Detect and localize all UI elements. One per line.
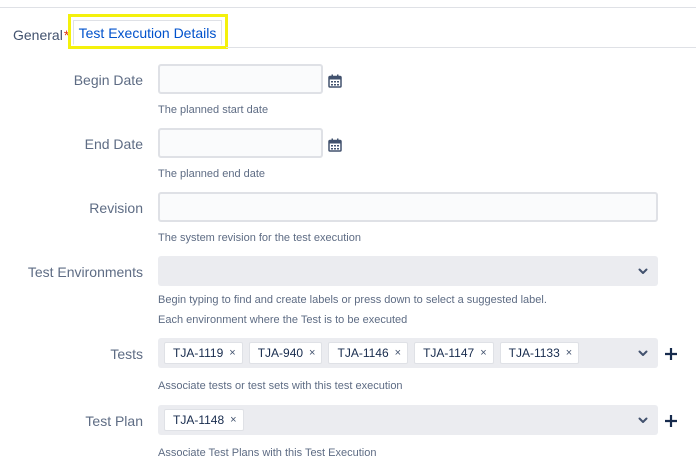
tag-label: TJA-1148	[173, 413, 225, 427]
test-environments-label: Test Environments	[27, 264, 143, 280]
begin-date-label: Begin Date	[73, 72, 143, 88]
chevron-down-icon	[638, 350, 648, 356]
add-tests-plus-icon[interactable]	[664, 347, 678, 361]
calendar-icon[interactable]	[328, 74, 342, 88]
remove-tag-icon[interactable]: ×	[566, 347, 572, 359]
tab-bar: General* Test Execution Details	[0, 14, 696, 54]
tag-label: TJA-1133	[508, 346, 560, 360]
tests-help: Associate tests or test sets with this t…	[158, 380, 403, 392]
tag-label: TJA-940	[257, 346, 304, 360]
tests-select[interactable]: TJA-1119 × TJA-940 × TJA-1146 × TJA-1147 × T…	[158, 338, 658, 368]
remove-tag-icon[interactable]: ×	[229, 347, 235, 359]
revision-help: The system revision for the test executi…	[158, 232, 361, 244]
tests-label: Tests	[110, 346, 143, 362]
test-environments-help-2: Each environment where the Test is to be…	[158, 314, 408, 326]
test-plan-select[interactable]: TJA-1148 ×	[158, 405, 658, 435]
revision-input[interactable]	[158, 192, 658, 222]
tests-tag-list: TJA-1119 × TJA-940 × TJA-1146 × TJA-1147 × T…	[164, 342, 580, 364]
chevron-down-icon	[638, 268, 648, 274]
end-date-help: The planned end date	[158, 168, 266, 180]
tag-tja-1147: TJA-1147 ×	[414, 342, 494, 364]
tab-bar-divider	[226, 47, 696, 48]
end-date-label: End Date	[84, 136, 143, 152]
tab-general-label: General	[13, 27, 63, 43]
tag-label: TJA-1146	[337, 346, 389, 360]
remove-tag-icon[interactable]: ×	[395, 347, 401, 359]
tag-label: TJA-1119	[173, 346, 224, 360]
tag-tja-1119: TJA-1119 ×	[164, 342, 243, 364]
add-test-plan-plus-icon[interactable]	[664, 414, 678, 428]
top-divider	[0, 7, 696, 8]
chevron-down-icon	[638, 417, 648, 423]
test-environments-help-1: Begin typing to find and create labels o…	[158, 294, 547, 306]
tab-test-execution-details[interactable]: Test Execution Details	[73, 20, 222, 45]
test-plan-tag-list: TJA-1148 ×	[164, 409, 244, 431]
remove-tag-icon[interactable]: ×	[480, 347, 486, 359]
test-plan-label: Test Plan	[85, 413, 143, 429]
tag-tja-1133: TJA-1133 ×	[499, 342, 580, 364]
tag-tja-1146: TJA-1146 ×	[328, 342, 409, 364]
remove-tag-icon[interactable]: ×	[309, 347, 315, 359]
tag-label: TJA-1147	[423, 346, 475, 360]
tag-tja-940: TJA-940 ×	[248, 342, 323, 364]
begin-date-input[interactable]	[158, 64, 323, 94]
tag-tja-1148: TJA-1148 ×	[164, 409, 244, 431]
begin-date-help: The planned start date	[158, 104, 269, 116]
tab-highlight: Test Execution Details	[68, 14, 228, 49]
revision-label: Revision	[89, 200, 143, 216]
remove-tag-icon[interactable]: ×	[230, 414, 236, 426]
test-environments-select[interactable]	[158, 256, 658, 286]
calendar-icon[interactable]	[328, 138, 342, 152]
test-plan-help: Associate Test Plans with this Test Exec…	[158, 447, 377, 459]
end-date-input[interactable]	[158, 128, 323, 158]
tab-general[interactable]: General*	[13, 27, 69, 43]
